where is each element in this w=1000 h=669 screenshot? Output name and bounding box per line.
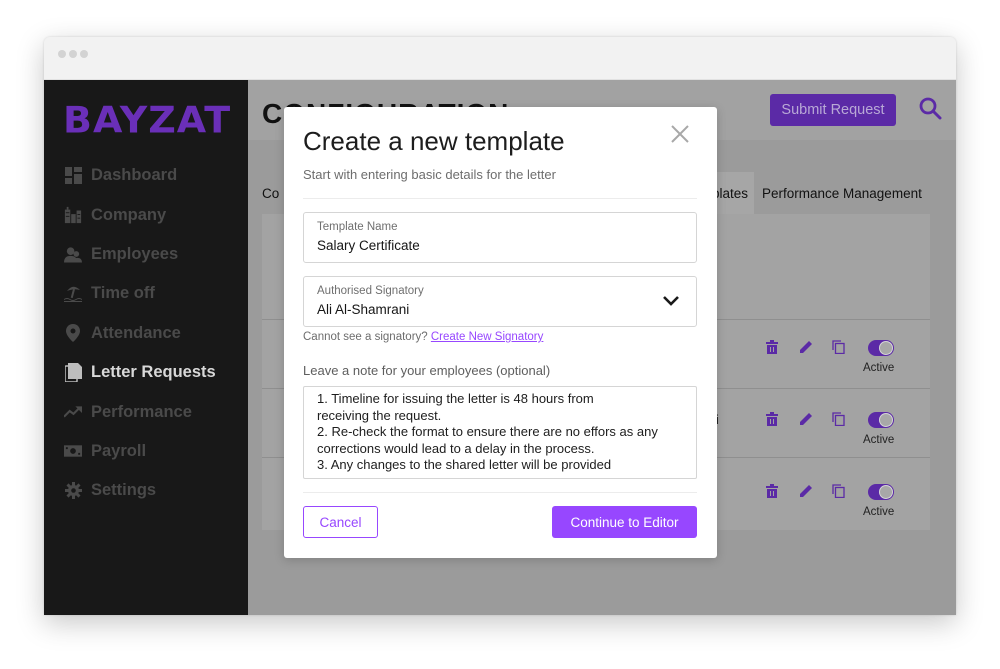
- create-new-signatory-link[interactable]: Create New Signatory: [431, 331, 544, 343]
- field-label: Authorised Signatory: [317, 285, 424, 297]
- pencil-icon[interactable]: [799, 340, 813, 356]
- status-label: Active: [863, 362, 895, 374]
- sidebar-item-company[interactable]: Company: [64, 203, 166, 227]
- field-label: Template Name: [317, 221, 398, 233]
- sidebar-item-label: Employees: [91, 244, 179, 263]
- close-icon[interactable]: [670, 124, 690, 144]
- document-icon: [64, 362, 82, 382]
- template-name-input[interactable]: [317, 238, 657, 253]
- sidebar-item-label: Performance: [91, 402, 192, 421]
- sidebar-item-performance[interactable]: Performance: [64, 400, 192, 424]
- sidebar-item-time-off[interactable]: Time off: [64, 281, 155, 305]
- search-icon[interactable]: [918, 96, 944, 122]
- sidebar-item-payroll[interactable]: Payroll: [64, 439, 146, 463]
- dialog-title: Create a new template: [303, 126, 565, 156]
- sidebar-item-letter-requests[interactable]: Letter Requests: [64, 360, 216, 384]
- table-row: Active: [766, 412, 926, 462]
- pencil-icon[interactable]: [799, 484, 813, 500]
- sidebar-item-dashboard[interactable]: Dashboard: [64, 163, 177, 187]
- note-label: Leave a note for your employees (optiona…: [303, 363, 551, 378]
- trash-icon[interactable]: [766, 412, 780, 428]
- copy-icon[interactable]: [832, 484, 846, 500]
- dashboard-icon: [64, 166, 82, 184]
- tab-partial-left[interactable]: Co: [262, 172, 279, 214]
- tab-label: plates: [712, 185, 749, 201]
- beach-icon: [64, 284, 82, 302]
- cancel-button[interactable]: Cancel: [303, 506, 378, 538]
- sidebar-item-label: Dashboard: [91, 165, 178, 184]
- sidebar-item-label: Letter Requests: [91, 362, 216, 381]
- status-toggle[interactable]: [868, 340, 894, 356]
- tab-performance-management[interactable]: Performance Management: [762, 172, 922, 214]
- sidebar-item-attendance[interactable]: Attendance: [64, 321, 181, 345]
- window-dot-icon: [80, 50, 88, 58]
- window-dot-icon: [58, 50, 66, 58]
- chevron-down-icon[interactable]: [662, 294, 680, 308]
- status-label: Active: [863, 434, 895, 446]
- create-template-dialog: Create a new template Start with enterin…: [284, 107, 717, 558]
- sidebar-item-label: Payroll: [91, 441, 147, 460]
- signatory-value: Ali Al-Shamrani: [317, 302, 410, 317]
- window-dot-icon: [69, 50, 77, 58]
- people-icon: [64, 245, 82, 263]
- sidebar-item-employees[interactable]: Employees: [64, 242, 178, 266]
- continue-to-editor-button[interactable]: Continue to Editor: [552, 506, 697, 538]
- building-icon: [64, 206, 82, 224]
- trash-icon[interactable]: [766, 484, 780, 500]
- divider: [303, 492, 697, 493]
- signatory-helper: Cannot see a signatory? Create New Signa…: [303, 331, 543, 343]
- table-row: Active: [766, 484, 926, 534]
- note-textarea[interactable]: 1. Timeline for issuing the letter is 48…: [303, 386, 697, 479]
- location-pin-icon: [64, 324, 82, 342]
- status-toggle[interactable]: [868, 412, 894, 428]
- trend-up-icon: [64, 403, 82, 421]
- table-row: Active: [766, 340, 926, 390]
- sidebar: BAYZAT Dashboard Company Employees Time …: [44, 80, 248, 615]
- gear-icon: [64, 481, 82, 499]
- trash-icon[interactable]: [766, 340, 780, 356]
- pencil-icon[interactable]: [799, 412, 813, 428]
- copy-icon[interactable]: [832, 340, 846, 356]
- window-titlebar: [44, 37, 956, 80]
- submit-request-button[interactable]: Submit Request: [770, 94, 896, 126]
- bayzat-logo[interactable]: BAYZAT: [63, 99, 231, 141]
- status-toggle[interactable]: [868, 484, 894, 500]
- sidebar-item-settings[interactable]: Settings: [64, 478, 156, 502]
- helper-text: Cannot see a signatory?: [303, 331, 428, 343]
- sidebar-item-label: Attendance: [91, 323, 181, 342]
- signatory-select[interactable]: Authorised Signatory Ali Al-Shamrani: [303, 276, 697, 327]
- money-icon: [64, 442, 82, 460]
- copy-icon[interactable]: [832, 412, 846, 428]
- sidebar-item-label: Time off: [91, 283, 155, 302]
- sidebar-item-label: Company: [91, 205, 167, 224]
- sidebar-item-label: Settings: [91, 480, 157, 499]
- dialog-subtitle: Start with entering basic details for th…: [303, 167, 556, 182]
- divider: [303, 198, 697, 199]
- status-label: Active: [863, 506, 895, 518]
- template-name-field[interactable]: Template Name: [303, 212, 697, 263]
